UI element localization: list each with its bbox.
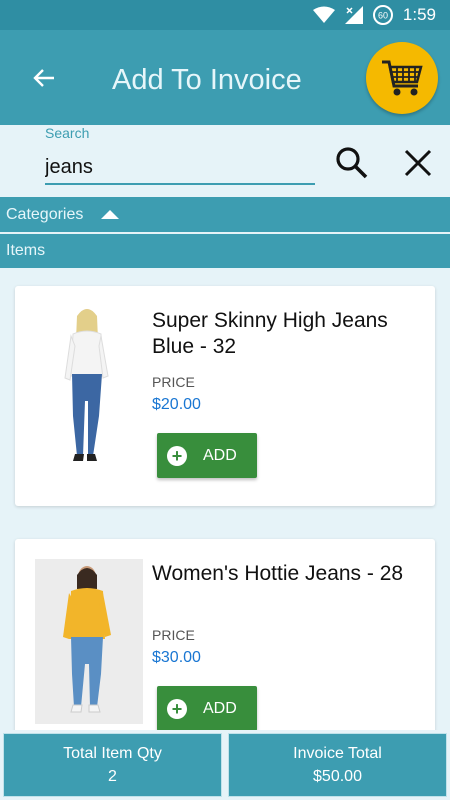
arrow-left-icon [33,69,54,87]
total-qty-value: 2 [108,768,117,785]
close-icon [404,149,432,177]
total-qty-label: Total Item Qty [63,745,162,762]
back-button[interactable] [22,60,66,96]
plus-icon: + [167,445,187,466]
product-image [35,559,143,724]
search-icon [336,147,368,179]
price-label: PRICE [152,627,195,643]
clock: 1:59 [402,5,436,24]
add-button[interactable]: + ADD [157,433,257,478]
add-button[interactable]: + ADD [157,686,257,730]
invoice-total-label: Invoice Total [293,745,382,762]
search-input[interactable] [45,151,315,185]
categories-toggle[interactable]: Categories [0,197,450,232]
product-image [35,306,143,471]
cart-button[interactable] [366,42,438,114]
price-label: PRICE [152,374,195,390]
add-label: ADD [203,446,237,464]
page-title: Add To Invoice [112,64,302,96]
plus-icon: + [167,698,187,719]
wifi-icon [312,6,335,24]
invoice-total-value: $50.00 [313,768,362,785]
invoice-total-panel: Invoice Total $50.00 [228,733,447,797]
product-card: Super Skinny High Jeans Blue - 32 PRICE … [15,286,435,506]
battery-level: 60 [378,11,388,21]
signal-icon [344,6,363,24]
search-label: Search [45,125,90,141]
product-price: $30.00 [152,649,201,666]
product-list[interactable]: Super Skinny High Jeans Blue - 32 PRICE … [0,268,450,730]
categories-label: Categories [6,205,84,223]
cart-icon [382,60,423,96]
battery-icon: 60 [372,5,393,25]
product-name: Super Skinny High Jeans Blue - 32 [152,309,388,358]
caret-up-icon [101,210,120,219]
search-area: Search [0,125,450,197]
items-header: Items [0,234,450,268]
search-button[interactable] [332,143,372,183]
product-card: Women's Hottie Jeans - 28 PRICE $30.00 +… [15,539,435,730]
status-bar: 60 1:59 [0,0,450,30]
totals-footer: Total Item Qty 2 Invoice Total $50.00 [0,730,450,800]
product-price: $20.00 [152,396,201,413]
add-label: ADD [203,699,237,717]
app-bar: Add To Invoice [0,30,450,125]
product-name: Women's Hottie Jeans - 28 [152,562,404,585]
total-qty-panel: Total Item Qty 2 [3,733,222,797]
items-label: Items [6,242,46,259]
clear-search-button[interactable] [398,143,438,183]
